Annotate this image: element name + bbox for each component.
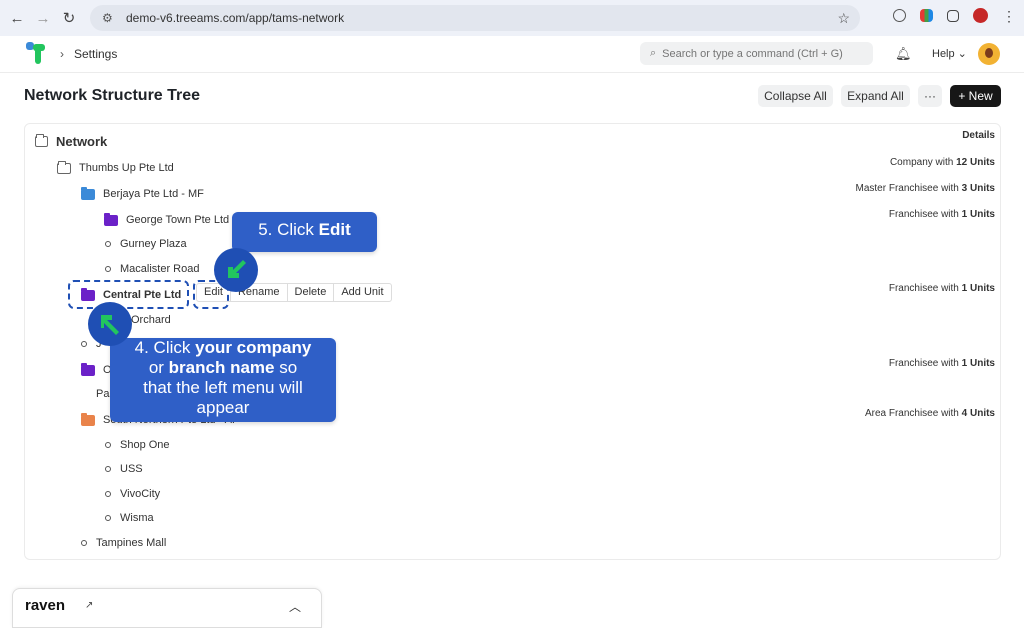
reload-icon[interactable]: ↻ [60,9,78,27]
tree-node-label: Shop One [120,439,170,451]
browser-toolbar: ← → ↻ ⚙ demo-v6.treeams.com/app/tams-net… [0,0,1024,36]
node-info: Franchisee with 1 Units [888,209,995,220]
folder-icon [81,186,95,200]
breadcrumb-chevron-icon: › [60,47,64,61]
tree-root[interactable]: Network [35,131,107,151]
leaf-dot-icon [105,491,111,497]
raven-panel[interactable]: raven ↗ ︿ [12,588,322,628]
search-input[interactable] [662,47,863,60]
step5-callout: 5. Click Edit [232,212,377,252]
tree-node-label: Gurney Plaza [120,238,187,250]
tree-node-label: Berjaya Pte Ltd - MF [103,188,204,200]
chevron-up-icon[interactable]: ︿ [289,598,301,615]
tree-leaf[interactable]: VivoCity [105,484,160,504]
step5-arrow-circle [214,248,258,292]
notification-bell-icon[interactable]: 🔔︎ [895,46,912,62]
tree-node-label: Wisma [120,512,154,524]
user-avatar[interactable] [978,43,1000,65]
folder-icon [81,362,95,376]
tree-node-label: USS [120,463,143,475]
bookmark-star-icon[interactable]: ☆ [837,10,850,27]
tree-leaf[interactable]: Shop One [105,435,170,455]
tree-leaf[interactable]: Tampines Mall [81,533,166,553]
search-icon: ⌕ [650,47,657,59]
step5-text: 5. Click [258,220,319,239]
address-bar[interactable]: ⚙ demo-v6.treeams.com/app/tams-network ☆ [90,5,860,31]
external-link-icon[interactable]: ↗ [85,600,101,616]
app-header: › Settings ⌕ 🔔︎ Help ⌄ [0,36,1024,73]
step4-text: or [148,358,169,377]
step4-text: so [274,358,298,377]
tree-node[interactable]: George Town Pte Ltd [104,210,229,230]
raven-title: raven [25,597,66,614]
tree-node-label: Macalister Road [120,263,200,275]
extension-icons: ⋮ [893,8,1016,23]
folder-icon [35,133,48,147]
breadcrumb[interactable]: Settings [74,47,117,61]
step5-bold: Edit [318,220,351,239]
node-info: Franchisee with 1 Units [888,283,995,294]
browser-menu-icon[interactable]: ⋮ [1002,9,1016,23]
new-button[interactable]: + New [950,85,1001,107]
step4-text: 4. Click [134,338,196,357]
step4-bold: your company [195,338,312,357]
forward-icon[interactable]: → [34,9,52,27]
leaf-dot-icon [105,466,111,472]
node-info: Area Franchisee with 4 Units [864,408,995,419]
back-icon[interactable]: ← [8,9,26,27]
collapse-all-button[interactable]: Collapse All [758,85,833,107]
tree-node[interactable]: Berjaya Pte Ltd - MF [81,184,204,204]
delete-button[interactable]: Delete [288,284,335,301]
tree-node-label: VivoCity [120,488,161,500]
tree-leaf[interactable]: Macalister Road [105,259,199,279]
profile-avatar[interactable] [973,8,988,23]
leaf-dot-icon [81,540,87,546]
step4-text: that the left menu will [143,378,303,397]
step4-text: appear [196,398,250,417]
tree-leaf[interactable]: USS [105,459,143,479]
tree-leaf[interactable]: Gurney Plaza [105,234,187,254]
app-logo[interactable] [26,42,48,64]
tree-node-label: Thumbs Up Pte Ltd [79,162,174,174]
folder-icon [57,160,71,174]
tree-node[interactable]: Thumbs Up Pte Ltd [57,158,174,178]
folder-icon [81,412,95,426]
search-box[interactable]: ⌕ [640,42,873,65]
step4-arrow-circle [88,302,132,346]
details-header: Details [962,130,995,141]
tree-leaf[interactable]: Wisma [105,508,154,528]
add-unit-button[interactable]: Add Unit [334,284,390,301]
arrow-down-left-icon [228,260,246,278]
tree-node-label: Tampines Mall [96,537,167,549]
help-menu[interactable]: Help ⌄ [932,47,967,60]
step4-bold: branch name [168,358,275,377]
leaf-dot-icon [105,442,111,448]
tree-node-label: George Town Pte Ltd [126,214,230,226]
tree-root-label: Network [56,133,108,149]
leaf-dot-icon [105,241,111,247]
arrow-up-left-icon [101,315,119,335]
leaf-dot-icon [81,341,87,347]
leaf-dot-icon [105,515,111,521]
node-info: Master Franchisee with 3 Units [855,183,996,194]
url-text: demo-v6.treeams.com/app/tams-network [126,11,345,25]
puzzle-icon[interactable] [947,9,959,22]
more-options-button[interactable]: ··· [918,85,942,107]
node-info: Franchisee with 1 Units [888,358,995,369]
highlight-node-box [68,280,189,309]
folder-icon [104,212,118,226]
node-info: Company with 12 Units [889,157,995,168]
color-extension-icon[interactable] [920,9,933,22]
page-title: Network Structure Tree [24,87,201,104]
site-info-icon[interactable]: ⚙ [102,11,116,25]
step4-callout: 4. Click your company or branch name so … [110,338,336,422]
extension-icon[interactable] [893,9,906,22]
expand-all-button[interactable]: Expand All [841,85,910,107]
leaf-dot-icon [105,266,111,272]
help-label: Help [932,48,955,60]
